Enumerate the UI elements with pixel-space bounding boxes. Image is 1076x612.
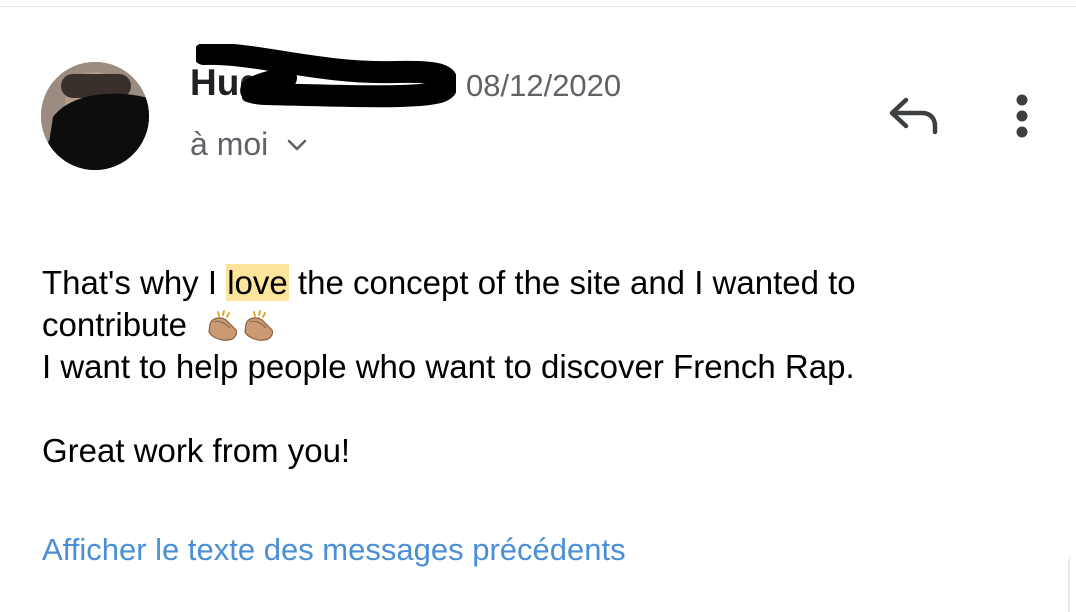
redaction-scribble	[196, 44, 456, 108]
more-options-button[interactable]	[1000, 88, 1044, 144]
more-vert-icon	[1016, 94, 1028, 138]
body-line-4: Great work from you!	[42, 432, 351, 469]
body-line-2-text: contribute	[42, 306, 187, 343]
highlighted-search-term: love	[226, 264, 289, 301]
email-date: 08/12/2020	[466, 68, 622, 103]
body-line-1-start: That's why I	[42, 264, 227, 301]
email-body: That's why I love the concept of the sit…	[42, 262, 1042, 472]
clapping-hands-emoji	[208, 310, 238, 341]
reply-icon	[889, 97, 938, 135]
clapping-hands-emoji	[244, 310, 274, 341]
reply-button[interactable]	[884, 90, 942, 140]
body-line-1: That's why I love the concept of the sit…	[42, 262, 1042, 304]
show-previous-messages-link[interactable]: Afficher le texte des messages précédent…	[42, 532, 626, 568]
body-line-1-end: the concept of the site and I wanted to	[288, 264, 856, 301]
top-divider	[0, 6, 1076, 7]
sender-avatar[interactable]	[41, 62, 149, 170]
recipient-details-toggle[interactable]: à moi	[190, 126, 308, 163]
body-line-2: contribute	[42, 304, 1042, 346]
body-line-3: I want to help people who want to discov…	[42, 348, 855, 385]
avatar-photo	[41, 62, 149, 170]
chevron-down-icon	[287, 139, 307, 150]
recipient-label: à moi	[190, 126, 269, 162]
scroll-edge	[1068, 556, 1076, 612]
